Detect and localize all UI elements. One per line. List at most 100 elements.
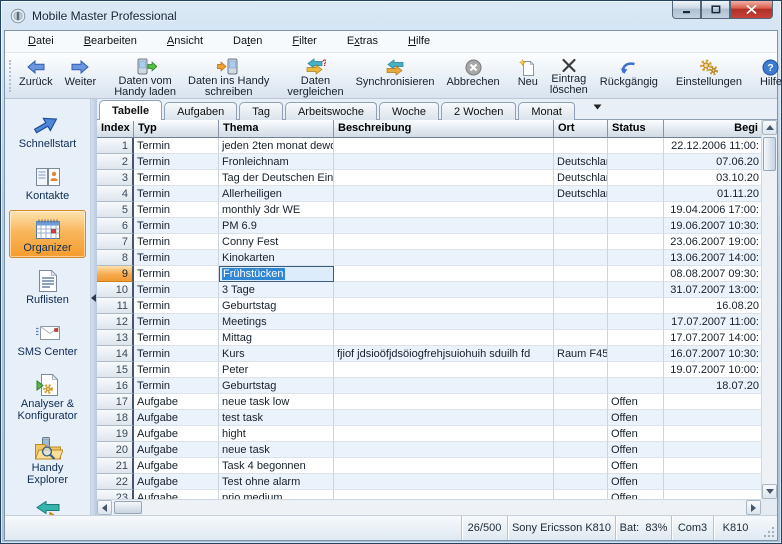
column-header-beschreibung[interactable]: Beschreibung <box>334 120 554 138</box>
cell-beginn[interactable]: 22.12.2006 11:00: <box>664 138 761 154</box>
sidebar-item-schnellstart[interactable]: Schnellstart <box>9 106 86 154</box>
cell-typ[interactable]: Termin <box>134 378 219 394</box>
cell-beschreibung[interactable] <box>334 458 554 474</box>
sidebar-item-kontakte[interactable]: Kontakte <box>9 158 86 206</box>
cell-ort[interactable] <box>554 442 608 458</box>
cell-beginn[interactable]: 07.06.20 <box>664 154 761 170</box>
sidebar-item-ruflisten[interactable]: Ruflisten <box>9 262 86 310</box>
cell-thema[interactable]: Test ohne alarm <box>219 474 334 490</box>
cell-beginn[interactable] <box>664 458 761 474</box>
cell-beginn[interactable]: 31.07.2007 13:00: <box>664 282 761 298</box>
cell-status[interactable] <box>608 138 664 154</box>
cell-ort[interactable] <box>554 266 608 282</box>
menu-item-datei[interactable]: Datei <box>13 31 69 52</box>
cell-ort[interactable] <box>554 474 608 490</box>
cell-ort[interactable] <box>554 314 608 330</box>
tab-overflow-button[interactable] <box>593 97 602 115</box>
row-index-cell[interactable]: 12 <box>97 314 134 330</box>
cell-typ[interactable]: Aufgabe <box>134 442 219 458</box>
menu-item-bearbeiten[interactable]: Bearbeiten <box>69 31 152 52</box>
row-index-cell[interactable]: 21 <box>97 458 134 474</box>
toolbar-button-rueckgaengig[interactable]: Rückgängig <box>594 55 664 97</box>
column-header-ort[interactable]: Ort <box>554 120 608 138</box>
row-index-cell[interactable]: 8 <box>97 250 134 266</box>
cell-status[interactable] <box>608 234 664 250</box>
toolbar-button-daten-vom-handy-laden[interactable]: Daten vomHandy laden <box>108 55 182 97</box>
cell-ort[interactable] <box>554 250 608 266</box>
cell-ort[interactable] <box>554 234 608 250</box>
cell-status[interactable]: Offen <box>608 442 664 458</box>
cell-typ[interactable]: Termin <box>134 154 219 170</box>
cell-ort[interactable] <box>554 138 608 154</box>
menu-item-hilfe[interactable]: Hilfe <box>393 31 445 52</box>
row-index-cell[interactable]: 11 <box>97 298 134 314</box>
cell-typ[interactable]: Termin <box>134 250 219 266</box>
cell-typ[interactable]: Termin <box>134 234 219 250</box>
tab-monat[interactable]: Monat <box>518 102 575 120</box>
horizontal-scroll-thumb[interactable] <box>114 501 142 514</box>
cell-typ[interactable]: Aufgabe <box>134 458 219 474</box>
cell-thema[interactable]: neue task low <box>219 394 334 410</box>
cell-ort[interactable]: Deutschland <box>554 186 608 202</box>
cell-ort[interactable] <box>554 362 608 378</box>
row-index-cell[interactable]: 23 <box>97 490 134 499</box>
cell-thema[interactable]: Kinokarten <box>219 250 334 266</box>
row-index-cell[interactable]: 14 <box>97 346 134 362</box>
cell-beschreibung[interactable] <box>334 490 554 499</box>
cell-ort[interactable]: Deutschland <box>554 170 608 186</box>
cell-ort[interactable] <box>554 330 608 346</box>
sidebar-item-analyser-konfigurator[interactable]: Analyser &Konfigurator <box>9 366 86 426</box>
cell-status[interactable] <box>608 282 664 298</box>
cell-status[interactable] <box>608 314 664 330</box>
cell-typ[interactable]: Aufgabe <box>134 426 219 442</box>
sidebar-item-sms-center[interactable]: SMS Center <box>9 314 86 362</box>
cell-beginn[interactable]: 19.06.2007 10:30: <box>664 218 761 234</box>
cell-thema[interactable]: Task 4 begonnen <box>219 458 334 474</box>
cell-thema[interactable]: Conny Fest <box>219 234 334 250</box>
cell-thema[interactable]: neue task <box>219 442 334 458</box>
cell-beginn[interactable]: 18.07.20 <box>664 378 761 394</box>
column-header-index[interactable]: Index <box>97 120 134 138</box>
cell-status[interactable]: Offen <box>608 458 664 474</box>
cell-ort[interactable]: Raum F45 <box>554 346 608 362</box>
column-header-status[interactable]: Status <box>608 120 664 138</box>
cell-typ[interactable]: Termin <box>134 138 219 154</box>
row-index-cell[interactable]: 17 <box>97 394 134 410</box>
cell-beschreibung[interactable] <box>334 282 554 298</box>
cell-beschreibung[interactable] <box>334 154 554 170</box>
row-index-cell[interactable]: 18 <box>97 410 134 426</box>
cell-beginn[interactable]: 16.08.20 <box>664 298 761 314</box>
row-index-cell[interactable]: 13 <box>97 330 134 346</box>
cell-thema[interactable]: monthly 3dr WE <box>219 202 334 218</box>
close-button[interactable] <box>730 1 773 19</box>
cell-thema[interactable]: Mittag <box>219 330 334 346</box>
cell-beginn[interactable] <box>664 394 761 410</box>
cell-beschreibung[interactable] <box>334 266 554 282</box>
cell-ort[interactable] <box>554 378 608 394</box>
cell-status[interactable]: Offen <box>608 426 664 442</box>
splitter-collapse-icon[interactable] <box>91 289 96 307</box>
cell-beschreibung[interactable] <box>334 330 554 346</box>
cell-beschreibung[interactable] <box>334 298 554 314</box>
column-header-beginn[interactable]: Begi <box>664 120 761 138</box>
cell-thema[interactable]: Geburtstag <box>219 378 334 394</box>
cell-beschreibung[interactable] <box>334 362 554 378</box>
row-index-cell[interactable]: 10 <box>97 282 134 298</box>
row-index-cell[interactable]: 16 <box>97 378 134 394</box>
cell-beginn[interactable]: 01.11.20 <box>664 186 761 202</box>
cell-beschreibung[interactable] <box>334 234 554 250</box>
cell-beschreibung[interactable] <box>334 186 554 202</box>
cell-beschreibung[interactable] <box>334 378 554 394</box>
toolbar-button-eintrag-loeschen[interactable]: Eintraglöschen <box>544 55 594 97</box>
tab-arbeitswoche[interactable]: Arbeitswoche <box>285 102 377 120</box>
sidebar-item-handy-explorer[interactable]: Handy Explorer <box>9 430 86 490</box>
cell-beschreibung[interactable] <box>334 474 554 490</box>
row-index-cell[interactable]: 1 <box>97 138 134 154</box>
cell-status[interactable] <box>608 186 664 202</box>
cell-beginn[interactable]: 17.07.2007 11:00: <box>664 314 761 330</box>
cell-thema[interactable]: test task <box>219 410 334 426</box>
row-index-cell[interactable]: 4 <box>97 186 134 202</box>
scroll-down-button[interactable] <box>762 484 777 499</box>
cell-thema[interactable]: 3 Tage <box>219 282 334 298</box>
cell-status[interactable] <box>608 202 664 218</box>
